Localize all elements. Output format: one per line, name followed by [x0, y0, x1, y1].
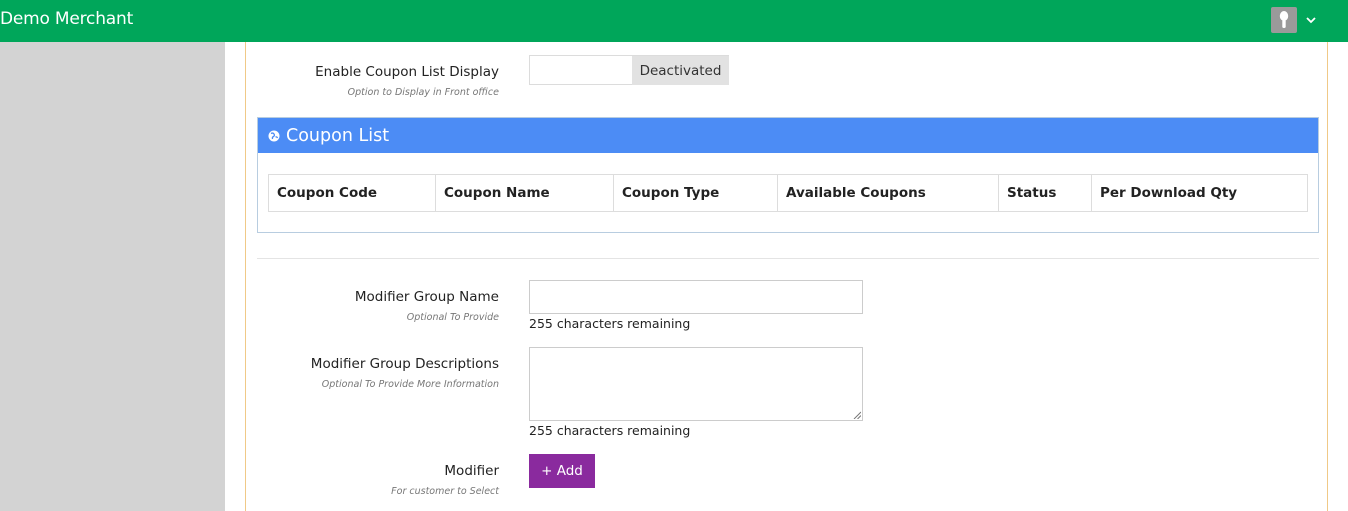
group-name-hint: Optional To Provide	[406, 312, 499, 323]
add-modifier-button[interactable]: + Add	[529, 454, 595, 488]
modifier-label: Modifier	[444, 463, 499, 479]
group-name-label-group: Modifier Group Name Optional To Provide	[246, 289, 499, 329]
coupon-display-label: Enable Coupon List Display	[315, 64, 499, 80]
column-header-per-download-qty[interactable]: Per Download Qty	[1091, 174, 1308, 212]
table-header-row: Coupon Code Coupon Name Coupon Type Avai…	[268, 174, 1308, 212]
group-name-counter: 255 characters remaining	[529, 316, 691, 331]
modifier-hint: For customer to Select	[391, 486, 499, 497]
coupon-table: Coupon Code Coupon Name Coupon Type Avai…	[268, 174, 1308, 212]
top-navbar: Demo Merchant	[0, 0, 1348, 42]
group-desc-label: Modifier Group Descriptions	[310, 356, 499, 372]
coupon-list-header: Coupon List	[258, 118, 1318, 153]
modifier-label-group: Modifier For customer to Select	[246, 463, 499, 503]
globe-icon	[268, 130, 280, 141]
sidebar	[0, 42, 225, 511]
chevron-down-icon[interactable]	[1304, 13, 1318, 27]
coupon-list-panel: Coupon List Coupon Code Coupon Name Coup…	[257, 117, 1319, 233]
section-divider	[257, 258, 1319, 259]
group-desc-hint: Optional To Provide More Information	[321, 379, 499, 390]
user-silhouette-icon	[1279, 11, 1289, 28]
group-desc-textarea[interactable]	[529, 347, 863, 421]
group-name-label: Modifier Group Name	[354, 289, 499, 305]
group-desc-label-group: Modifier Group Descriptions Optional To …	[246, 356, 499, 396]
main-form: Enable Coupon List Display Option to Dis…	[245, 42, 1328, 511]
user-menu[interactable]	[1271, 7, 1318, 33]
column-header-status[interactable]: Status	[998, 174, 1092, 212]
group-name-input[interactable]	[529, 280, 863, 314]
brand-title[interactable]: Demo Merchant	[0, 9, 133, 29]
column-header-coupon-code[interactable]: Coupon Code	[268, 174, 436, 212]
avatar[interactable]	[1271, 7, 1297, 33]
coupon-display-hint: Option to Display in Front office	[347, 87, 499, 98]
coupon-display-label-group: Enable Coupon List Display Option to Dis…	[246, 64, 499, 104]
coupon-display-toggle-state[interactable]: Deactivated	[632, 56, 729, 85]
resize-handle-icon[interactable]	[853, 411, 861, 419]
group-desc-counter: 255 characters remaining	[529, 423, 691, 438]
column-header-coupon-name[interactable]: Coupon Name	[435, 174, 614, 212]
column-header-coupon-type[interactable]: Coupon Type	[613, 174, 778, 212]
column-header-available-coupons[interactable]: Available Coupons	[777, 174, 999, 212]
coupon-list-title: Coupon List	[286, 125, 390, 146]
